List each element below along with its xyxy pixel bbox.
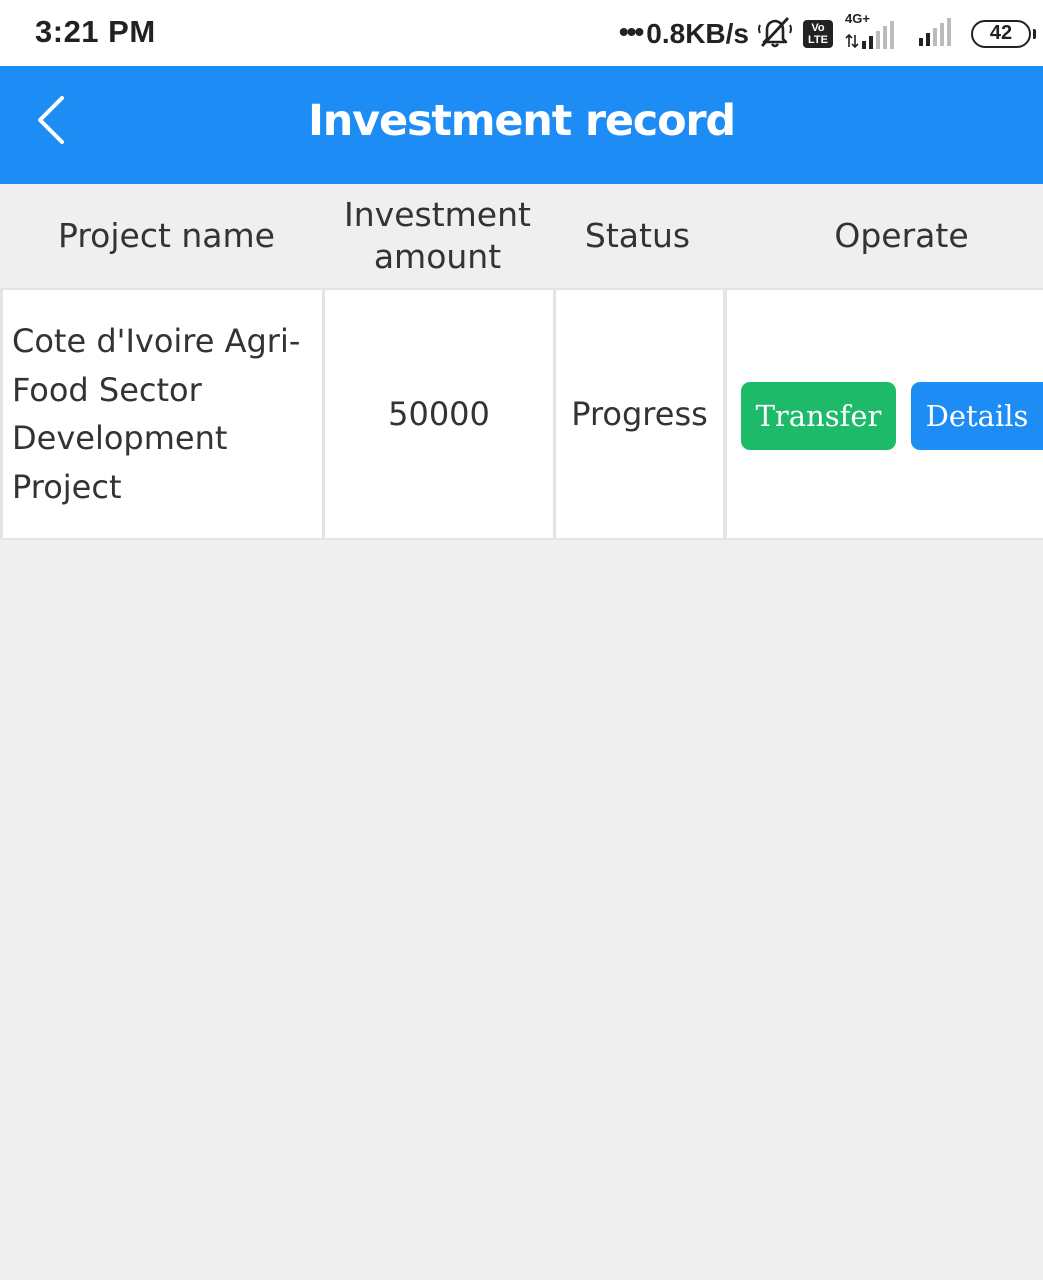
column-header-status: Status	[584, 216, 691, 255]
app-header: Investment record	[0, 66, 1043, 184]
status-cell: Progress	[556, 290, 723, 538]
status-text: Progress	[571, 395, 708, 433]
column-header-investment-amount: Investment amount	[344, 195, 531, 276]
volte-icon: Vo LTE	[803, 20, 833, 48]
status-icons: ••• 0.8KB/s Vo LTE 4G+ 42	[618, 11, 1036, 54]
project-name-cell: Cote d'Ivoire Agri-Food Sector Developme…	[3, 290, 322, 538]
project-name: Cote d'Ivoire Agri-Food Sector Developme…	[12, 322, 301, 506]
notification-dots: •••	[618, 16, 644, 47]
operate-cell: Transfer Details	[727, 290, 1043, 538]
status-bar: 3:21 PM ••• 0.8KB/s Vo LTE 4G+ 42	[0, 0, 1043, 66]
signal-4g-icon: 4G+	[845, 11, 905, 51]
network-speed: 0.8KB/s	[646, 18, 749, 49]
bell-muted-icon	[757, 15, 793, 53]
battery-icon: 42	[971, 20, 1036, 48]
investment-amount-cell: 50000	[325, 290, 553, 538]
details-button[interactable]: Details	[911, 382, 1043, 450]
transfer-button[interactable]: Transfer	[741, 382, 896, 450]
table-header: Project name Investment amount Status Op…	[0, 184, 1043, 288]
table-row: Cote d'Ivoire Agri-Food Sector Developme…	[0, 288, 1043, 540]
signal-icon	[917, 16, 961, 52]
column-header-project-name: Project name	[58, 216, 275, 255]
investment-amount: 50000	[388, 395, 490, 433]
status-time: 3:21 PM	[35, 14, 156, 49]
column-header-operate: Operate	[834, 216, 969, 255]
page-title: Investment record	[307, 96, 736, 146]
